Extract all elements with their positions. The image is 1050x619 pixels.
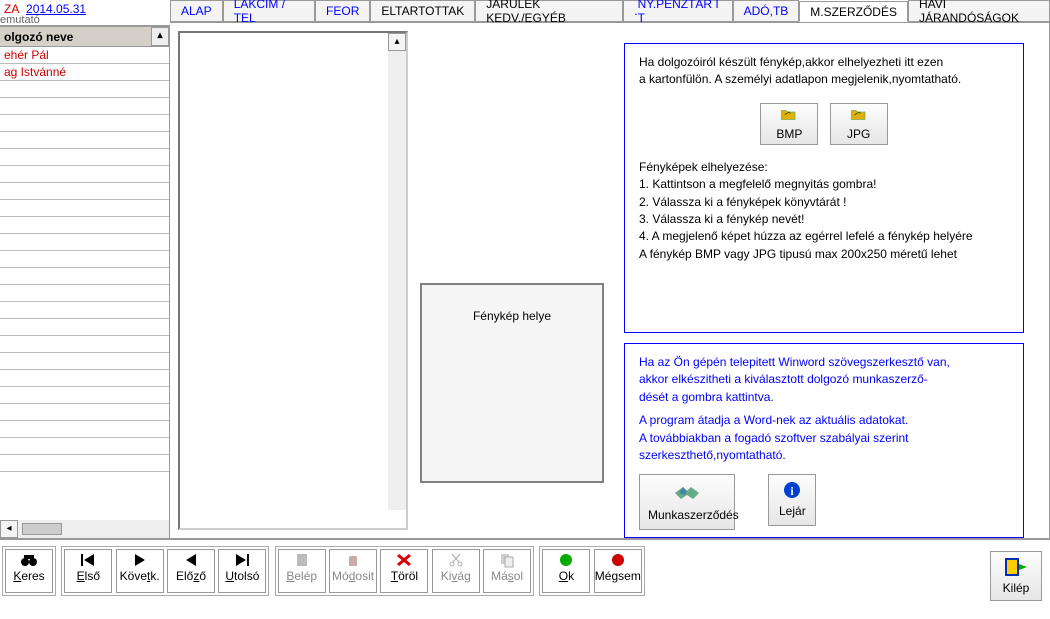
list-item[interactable] [0, 166, 169, 183]
next-icon [130, 552, 150, 568]
tab-jarulek[interactable]: JÁRULÉK KEDV./EGYÉB [475, 0, 623, 21]
exit-door-icon [1003, 556, 1029, 578]
copy-icon [497, 552, 517, 568]
list-item[interactable] [0, 302, 169, 319]
list-item[interactable] [0, 268, 169, 285]
modosit-button: Módosit [329, 549, 377, 593]
info-text: a kartonfülön. A személyi adatlapon megj… [639, 71, 1009, 88]
hand-icon [343, 552, 363, 568]
info-text: A továbbiakban a fogadó szoftver szabály… [639, 430, 1009, 447]
open-bmp-button[interactable]: BMP [760, 103, 818, 145]
list-item[interactable]: ehér Pál [0, 47, 169, 64]
list-item[interactable] [0, 132, 169, 149]
folder-open-icon [850, 106, 868, 124]
list-item[interactable] [0, 234, 169, 251]
hscroll-thumb[interactable] [22, 523, 62, 535]
tab-lakcim[interactable]: LAKCIM / TEL [223, 0, 315, 21]
list-item[interactable] [0, 98, 169, 115]
kilep-button[interactable]: Kilép [990, 551, 1042, 601]
label-rest: eres [21, 569, 44, 583]
list-item[interactable] [0, 115, 169, 132]
tab-adotb[interactable]: ADÓ,TB [733, 0, 800, 21]
binoculars-icon [19, 552, 39, 568]
tab-feor[interactable]: FEOR [315, 0, 370, 21]
list-item[interactable] [0, 455, 169, 472]
emutato-label: emutató [0, 14, 40, 26]
list-hscroll[interactable]: ◂ [0, 520, 169, 538]
list-item[interactable] [0, 336, 169, 353]
kovetk-button[interactable]: Követk. [116, 549, 164, 593]
info-text: akkor elkészitheti a kiválasztott dolgoz… [639, 371, 1009, 388]
list-item[interactable] [0, 217, 169, 234]
torol-button[interactable]: Töröl [380, 549, 428, 593]
elozo-button[interactable]: Előző [167, 549, 215, 593]
list-item[interactable] [0, 421, 169, 438]
list-item[interactable]: ag Istvánné [0, 64, 169, 81]
info-text: dését a gombra kattintva. [639, 389, 1009, 406]
green-circle-icon [556, 552, 576, 568]
list-item[interactable] [0, 438, 169, 455]
list-item[interactable] [0, 370, 169, 387]
list-item[interactable] [0, 251, 169, 268]
list-item[interactable] [0, 285, 169, 302]
info-text: szerkeszthető,nyomtatható. [639, 447, 1009, 464]
word-info-panel: Ha az Ön gépén telepitett Winword szöveg… [624, 343, 1024, 538]
door-icon [292, 552, 312, 568]
list-item[interactable] [0, 200, 169, 217]
expire-button[interactable]: i Lejár [768, 474, 816, 525]
tab-alap[interactable]: ALAP [170, 0, 223, 21]
photo-placeholder[interactable]: Fénykép helye [420, 283, 604, 483]
last-icon [232, 552, 252, 568]
info-text: Ha dolgozóiról készült fénykép,akkor elh… [639, 54, 1009, 71]
keres-button[interactable]: Keres [5, 549, 53, 593]
red-circle-icon [608, 552, 628, 568]
list-header[interactable]: olgozó neve ▴ [0, 27, 169, 47]
inner-panel: ▴ [178, 31, 408, 530]
cut-icon [446, 552, 466, 568]
list-item[interactable] [0, 387, 169, 404]
prev-icon [181, 552, 201, 568]
belep-button: Belép [278, 549, 326, 593]
content-area: ▴ Fénykép helye Ha dolgozóiról készült f… [170, 22, 1050, 539]
list-scroll-up-icon[interactable]: ▴ [151, 27, 169, 46]
list-item[interactable] [0, 319, 169, 336]
tab-havijar[interactable]: HAVI JÁRANDÓSÁGOK [908, 0, 1050, 21]
tab-strip: ALAP LAKCIM / TEL FEOR ELTARTOTTAK JÁRUL… [170, 0, 1050, 22]
employee-list: olgozó neve ▴ ehér Pálag Istvánné ◂ [0, 26, 170, 539]
tab-nypenztar[interactable]: .NY.PÉNZTÁR I T [623, 0, 732, 21]
list-item[interactable] [0, 404, 169, 421]
elso-button[interactable]: Első [64, 549, 112, 593]
contract-button[interactable]: Munkaszerződés [639, 474, 735, 529]
steps-heading: Fényképek elhelyezése: [639, 159, 1009, 176]
step-text: 2. Válassza ki a fényképek könyvtárát ! [639, 194, 1009, 211]
step-text: 3. Válassza ki a fénykép nevét! [639, 211, 1009, 228]
handshake-icon [671, 481, 703, 503]
list-item[interactable] [0, 353, 169, 370]
info-text: Ha az Ön gépén telepitett Winword szöveg… [639, 354, 1009, 371]
list-item[interactable] [0, 81, 169, 98]
step-text: 1. Kattintson a megfelelő megnyitás gomb… [639, 176, 1009, 193]
bottom-toolbar: Keres Első Követk. Előző Utolsó Belép Mó… [0, 539, 1050, 619]
photo-info-panel: Ha dolgozóiról készült fénykép,akkor elh… [624, 43, 1024, 333]
open-jpg-button[interactable]: JPG [830, 103, 888, 145]
step-text: A fénykép BMP vagy JPG tipusú max 200x25… [639, 246, 1009, 263]
delete-x-icon [394, 552, 414, 568]
megsem-button[interactable]: Mégsem [594, 549, 642, 593]
info-text: A program átadja a Word-nek az aktuális … [639, 412, 1009, 429]
masol-button: Másol [483, 549, 531, 593]
kivag-button: Kivág [432, 549, 480, 593]
tab-eltartottak[interactable]: ELTARTOTTAK [370, 0, 475, 21]
ok-button[interactable]: Ok [542, 549, 590, 593]
list-item[interactable] [0, 183, 169, 200]
utolso-button[interactable]: Utolsó [218, 549, 266, 593]
step-text: 4. A megjelenő képet húzza az egérrel le… [639, 228, 1009, 245]
folder-open-icon [780, 106, 798, 124]
info-icon: i [783, 481, 801, 499]
first-icon [78, 552, 98, 568]
hscroll-left-icon[interactable]: ◂ [0, 520, 18, 538]
list-item[interactable] [0, 149, 169, 166]
tab-mszerzodes[interactable]: M.SZERZŐDÉS [799, 1, 908, 22]
vscroll-up-icon[interactable]: ▴ [388, 33, 406, 51]
